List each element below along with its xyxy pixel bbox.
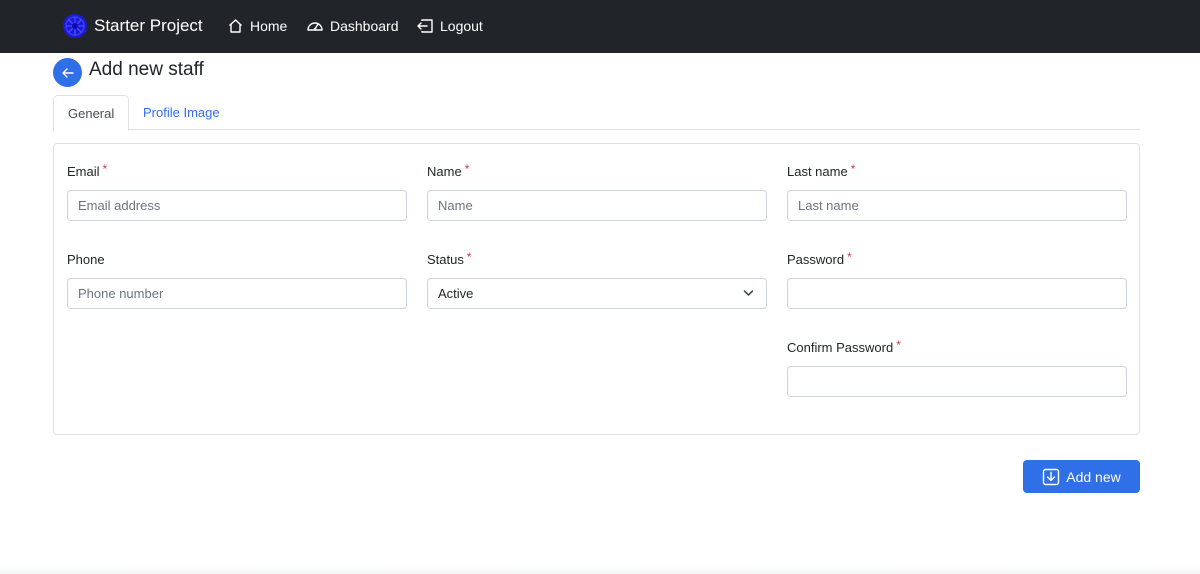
status-select[interactable]: Active [427, 278, 767, 309]
required-marker: * [850, 162, 856, 176]
nav-logout-link[interactable]: Logout [416, 14, 483, 38]
brand-link[interactable]: Starter Project [62, 10, 203, 42]
logout-icon [417, 19, 433, 33]
tab-profile-image[interactable]: Profile Image [129, 95, 234, 130]
required-marker: * [464, 162, 470, 176]
top-navbar: Starter Project Home Dashboard Logout [0, 0, 1200, 53]
confirm-password-label: Confirm Password * [787, 338, 1127, 357]
required-marker: * [466, 250, 472, 264]
status-label: Status * [427, 250, 767, 269]
name-label-text: Name [427, 164, 462, 179]
status-label-text: Status [427, 252, 464, 267]
save-download-icon [1043, 468, 1060, 485]
home-icon [229, 19, 242, 33]
nav-logout-label: Logout [440, 18, 483, 34]
last-name-input[interactable] [787, 190, 1127, 221]
staff-form-card: Email* Name* Last name* Phone Status* Ac… [53, 143, 1140, 435]
last-name-field-group: Last name * [787, 162, 1127, 221]
last-name-label: Last name * [787, 162, 1127, 181]
nav-dashboard-link[interactable]: Dashboard [306, 14, 399, 38]
password-label: Password * [787, 250, 1127, 269]
nav-home-label: Home [250, 18, 288, 34]
confirm-password-input[interactable] [787, 366, 1127, 397]
brand-name: Starter Project [94, 16, 203, 35]
password-input[interactable] [787, 278, 1127, 309]
required-marker: * [102, 162, 108, 176]
confirm-password-field-group: Confirm Password * [787, 338, 1127, 397]
brand-logo-icon [63, 14, 87, 38]
add-new-label: Add new [1066, 468, 1121, 485]
arrow-left-icon [61, 67, 74, 78]
last-name-label-text: Last name [787, 164, 848, 179]
name-label: Name * [427, 162, 767, 181]
phone-input[interactable] [67, 278, 407, 309]
nav-dashboard-label: Dashboard [330, 18, 399, 34]
email-label-text: Email [67, 164, 100, 179]
confirm-password-label-text: Confirm Password [787, 340, 894, 355]
email-label: Email * [67, 162, 407, 181]
status-selected-value: Active [438, 286, 474, 301]
email-field-group: Email * [67, 162, 407, 221]
password-field-group: Password * [787, 250, 1127, 309]
tab-general[interactable]: General [53, 95, 129, 131]
speedometer-icon [307, 22, 323, 31]
form-tabs: General Profile Image [53, 95, 1140, 131]
password-label-text: Password [787, 252, 845, 267]
required-marker: * [847, 250, 852, 264]
required-marker: * [896, 338, 901, 352]
phone-label: Phone [67, 252, 105, 267]
page-bottom-shade [0, 566, 1200, 574]
back-button[interactable] [53, 58, 82, 87]
status-field-group: Status * Active [427, 250, 767, 309]
name-input[interactable] [427, 190, 767, 221]
name-field-group: Name * [427, 162, 767, 221]
page-title: Add new staff [89, 59, 204, 80]
email-input[interactable] [67, 190, 407, 221]
nav-home-link[interactable]: Home [227, 14, 287, 38]
add-new-button[interactable]: Add new [1023, 460, 1140, 493]
phone-field-group: Phone [67, 251, 407, 309]
chevron-down-icon [743, 290, 754, 296]
